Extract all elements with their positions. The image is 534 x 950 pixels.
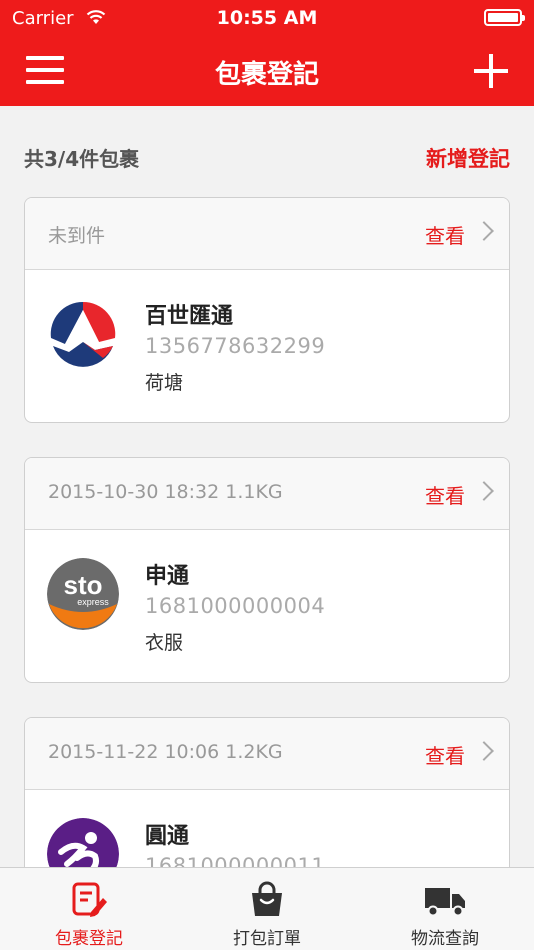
tab-label: 打包訂單 [233, 929, 301, 949]
tab-pack-orders[interactable]: 打包訂單 [178, 868, 356, 950]
chevron-right-icon [474, 221, 494, 241]
tab-package-registration[interactable]: 包裹登記 [0, 868, 178, 950]
package-count: 共3/4件包裹 [24, 147, 140, 171]
package-card-header[interactable]: 2015-10-30 18:32 1.1KG 查看 [25, 458, 509, 530]
package-status: 2015-11-22 10:06 1.2KG [48, 741, 283, 763]
edit-document-icon [72, 882, 107, 917]
tracking-number: 1681000000004 [145, 594, 326, 618]
add-button[interactable] [474, 54, 508, 88]
package-card: 2015-10-30 18:32 1.1KG 查看 sto express 申通… [24, 457, 510, 683]
status-bar: Carrier 10:55 AM [0, 0, 534, 36]
hamburger-icon [26, 56, 64, 60]
view-link[interactable]: 查看 [425, 480, 465, 509]
best-express-logo [47, 298, 119, 370]
package-card-header[interactable]: 未到件 查看 [25, 198, 509, 270]
page-title: 包裹登記 [214, 60, 319, 90]
truck-icon [425, 888, 465, 917]
package-card-header[interactable]: 2015-11-22 10:06 1.2KG 查看 [25, 718, 509, 790]
tab-label: 包裹登記 [55, 929, 123, 949]
battery-icon [484, 9, 525, 26]
chevron-right-icon [474, 481, 494, 501]
app-header: Carrier 10:55 AM 包裹登記 [0, 0, 534, 106]
sto-logo-subtext: express [77, 597, 109, 607]
view-link[interactable]: 查看 [425, 220, 465, 249]
package-card-body[interactable]: 百世匯通 1356778632299 荷塘 [25, 270, 509, 422]
sto-logo-text: sto [64, 570, 103, 600]
shopping-bag-icon [252, 881, 282, 916]
sto-express-logo: sto express [47, 558, 119, 630]
tab-bar: 包裹登記 打包訂單 物流查詢 [0, 867, 534, 950]
package-status: 2015-10-30 18:32 1.1KG [48, 481, 283, 503]
courier-name: 圓通 [145, 824, 190, 849]
package-note: 荷塘 [145, 372, 184, 394]
new-registration-link[interactable]: 新增登記 [426, 143, 510, 173]
chevron-right-icon [474, 741, 494, 761]
tab-logistics-query[interactable]: 物流查詢 [356, 868, 534, 950]
package-card-body[interactable]: sto express 申通 1681000000004 衣服 [25, 530, 509, 682]
package-status: 未到件 [48, 225, 106, 247]
tracking-number: 1356778632299 [145, 334, 326, 358]
courier-name: 申通 [145, 564, 190, 589]
courier-name: 百世匯通 [145, 304, 234, 329]
view-link[interactable]: 查看 [425, 740, 465, 769]
status-time: 10:55 AM [216, 7, 318, 29]
menu-button[interactable] [26, 54, 64, 86]
package-note: 衣服 [145, 632, 184, 654]
tab-label: 物流查詢 [411, 929, 479, 949]
package-card: 未到件 查看 百世匯通 1356778632299 荷塘 [24, 197, 510, 423]
